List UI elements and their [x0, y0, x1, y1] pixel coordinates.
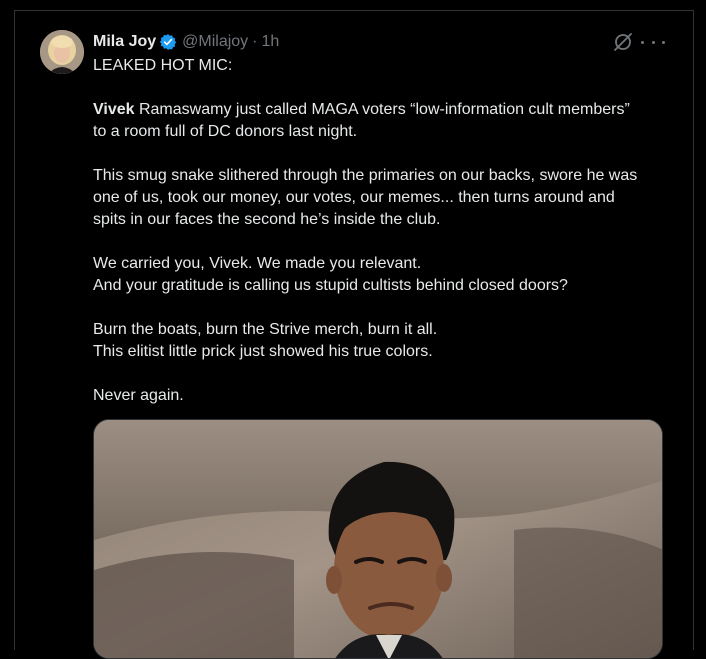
mention-name: Vivek: [93, 101, 135, 118]
tweet-text: LEAKED HOT MIC: Vivek Ramaswamy just cal…: [93, 55, 663, 407]
handle[interactable]: @Milajoy: [182, 33, 248, 51]
text-line: to a room full of DC donors last night.: [93, 123, 358, 140]
avatar-image: [40, 30, 84, 74]
photo-image: [94, 420, 662, 658]
text-line: And your gratitude is calling us stupid …: [93, 277, 568, 294]
text-line: spits in our faces the second he’s insid…: [93, 211, 441, 228]
grok-icon[interactable]: [612, 31, 634, 53]
verified-badge-icon[interactable]: [159, 33, 177, 51]
more-options-icon[interactable]: [641, 31, 665, 53]
text-line: This smug snake slithered through the pr…: [93, 167, 638, 184]
avatar[interactable]: [40, 30, 84, 74]
separator-dot: ·: [252, 33, 258, 50]
text-line: Burn the boats, burn the Strive merch, b…: [93, 321, 438, 338]
text-line: one of us, took our money, our votes, ou…: [93, 189, 615, 206]
more-dot: [641, 40, 644, 44]
text-line: Never again.: [93, 387, 184, 404]
timestamp[interactable]: 1h: [262, 33, 280, 51]
text-line: LEAKED HOT MIC:: [93, 57, 233, 74]
text-line: We carried you, Vivek. We made you relev…: [93, 255, 422, 272]
text-line: This elitist little prick just showed hi…: [93, 343, 433, 360]
text-fragment: Ramaswamy just called MAGA voters “low-i…: [134, 101, 630, 118]
tweet-photo[interactable]: [93, 419, 663, 659]
tweet-header: Mila Joy @Milajoy · 1h: [93, 31, 279, 53]
more-dot: [651, 40, 655, 44]
display-name[interactable]: Mila Joy: [93, 33, 156, 51]
more-dot: [662, 40, 665, 44]
text-line: Vivek Ramaswamy just called MAGA voters …: [93, 99, 663, 121]
